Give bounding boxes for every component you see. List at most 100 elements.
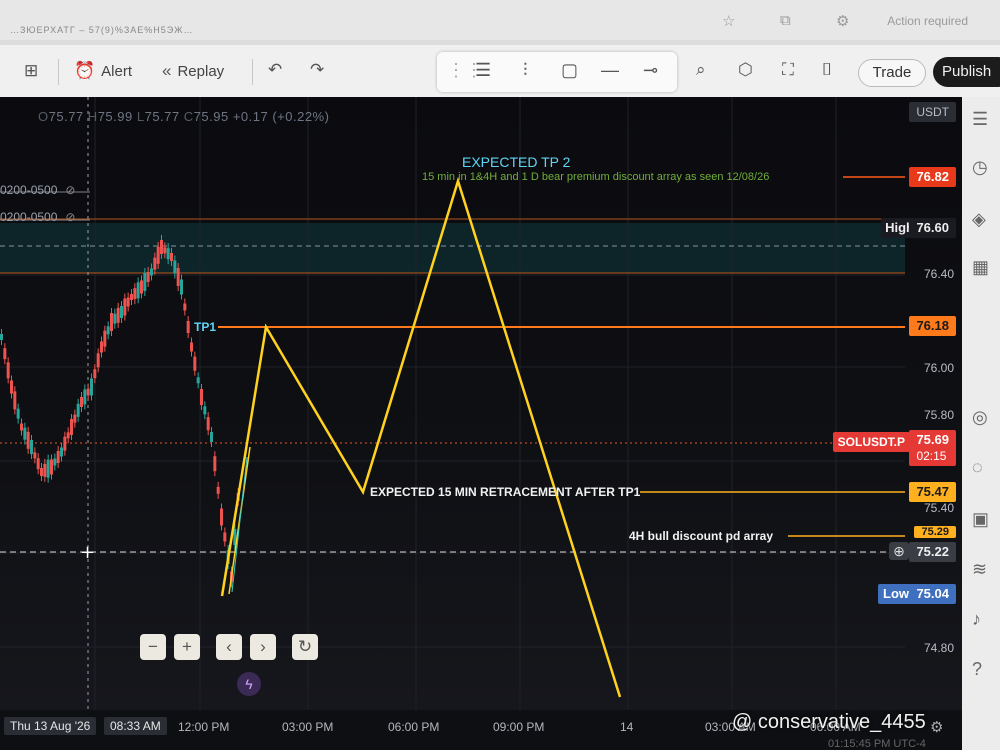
crosshair-plus-icon: + (80, 542, 95, 563)
camera-icon[interactable]: ⌷ (822, 60, 832, 80)
target-icon[interactable]: ◎ (972, 407, 988, 428)
candle-body (13, 391, 17, 410)
current-price-value: 75.69 (916, 432, 949, 447)
candle-body (223, 532, 227, 542)
candle-body (126, 297, 130, 307)
zoom-in-button[interactable]: + (174, 634, 200, 660)
hotlist-icon[interactable]: ▦ (972, 257, 989, 278)
candle-body (186, 321, 190, 333)
candle-body (20, 423, 23, 431)
candle-body (70, 419, 73, 435)
line-tool-icon[interactable]: — (601, 60, 619, 81)
candle-body (123, 298, 127, 316)
ohlc-open: 75.77 (48, 109, 84, 124)
zoom-out-button[interactable]: − (140, 634, 166, 660)
lightning-icon[interactable]: ϟ (237, 672, 261, 696)
price-tick: 75.40 (923, 501, 954, 515)
candle-body (43, 463, 47, 477)
clock-readout: 01:15:45 PM UTC-4 (828, 738, 926, 750)
candle-body (193, 356, 197, 371)
watchlist-icon[interactable]: ☰ (972, 109, 988, 130)
toolbar-divider (58, 59, 59, 85)
profile-icon[interactable]: ⚙ (836, 12, 849, 30)
candle-body (30, 440, 33, 454)
chart-pane[interactable]: + O75.77 H75.99 L75.77 C75.95 +0.17 (+0.… (0, 97, 962, 710)
candle-body (93, 369, 97, 379)
fullscreen-icon[interactable]: ⛶ (782, 60, 794, 80)
ohlc-close: 75.95 (193, 109, 229, 124)
alerts-clock-icon[interactable]: ◷ (972, 157, 988, 178)
crosshair-price-tag: 75.22 (909, 542, 956, 562)
time-label-date: Thu 13 Aug '26 (4, 717, 97, 735)
layout-grid-icon[interactable]: ⊞ (24, 61, 38, 81)
session-label-1[interactable]: 0200-0500 ⊘ (0, 183, 75, 197)
price-tick: 74.80 (923, 641, 954, 655)
candle-body (156, 246, 160, 264)
ohlc-low-label: L (136, 109, 145, 124)
right-sidebar: ☰ ◷ ◈ ▦ ◎ ◌ ▣ ≋ ♪ ? (962, 97, 1000, 750)
redo-icon[interactable]: ↷ (310, 60, 324, 80)
add-alert-plus-icon[interactable]: ⊕ (889, 542, 909, 560)
reset-chart-button[interactable]: ↻ (292, 634, 318, 660)
scroll-right-button[interactable]: › (250, 634, 276, 660)
candle-body (206, 417, 210, 431)
chart-nav-controls: − + ‹ › ↻ (140, 634, 318, 660)
high-price-tag: 76.60 (909, 218, 956, 238)
tp2-note-label[interactable]: 15 min in 1&4H and 1 D bear premium disc… (422, 171, 769, 183)
alert-button[interactable]: ⏰ Alert (74, 61, 132, 81)
candle-body (203, 406, 207, 415)
candle-countdown: 02:15 (916, 449, 947, 463)
notifications-icon[interactable]: ♪ (972, 609, 981, 630)
replay-button[interactable]: « Replay (162, 61, 224, 81)
candle-body (100, 341, 103, 353)
help-icon[interactable]: ? (972, 659, 982, 680)
candle-body (116, 307, 120, 323)
publish-button[interactable]: Publish (933, 57, 1000, 87)
time-label: 14 (620, 720, 634, 734)
ray-tool-icon[interactable]: ⊸ (643, 60, 658, 81)
scroll-left-button[interactable]: ‹ (216, 634, 242, 660)
expected-tp2-label[interactable]: EXPECTED TP 2 (462, 154, 570, 170)
candle-body (10, 380, 13, 394)
tp1-price-tag: 76.18 (909, 316, 956, 336)
star-icon[interactable]: ☆ (722, 12, 735, 30)
candle-body (216, 486, 220, 494)
broadcast-icon[interactable]: ≋ (972, 559, 987, 580)
action-required-status[interactable]: Action required (887, 14, 968, 28)
tp1-label[interactable]: TP1 (194, 320, 216, 334)
candle-body (183, 303, 187, 311)
candle-body (110, 313, 113, 331)
candle-body (160, 240, 163, 254)
candle-body (86, 388, 90, 396)
line-style-icon[interactable]: ☰ (475, 60, 491, 81)
candle-body (136, 282, 140, 299)
magic-search-icon[interactable]: ⌕ (696, 60, 706, 80)
trade-button[interactable]: Trade (858, 59, 926, 87)
candle-body (66, 432, 70, 439)
browser-tab-text: …ЗЮЕРХАТГ – 57(9)%ЗАЕ%Н5ЭЖ… (10, 25, 194, 35)
ohlc-high-label: H (87, 109, 98, 124)
rewind-icon: « (162, 61, 172, 80)
candle-body (53, 458, 57, 466)
vertical-line-icon[interactable]: ⫶ (523, 60, 528, 81)
rectangle-select-icon[interactable]: ▢ (561, 60, 578, 81)
bull-array-label[interactable]: 4H bull discount pd array (629, 529, 773, 543)
candle-body (6, 362, 10, 379)
undo-icon[interactable]: ↶ (268, 60, 282, 80)
candle-body (150, 268, 153, 276)
eye-off-icon[interactable]: ⊘ (65, 183, 75, 197)
extension-icon[interactable]: ⧉ (780, 12, 791, 29)
tp2-price-tag: 76.82 (909, 167, 956, 187)
settings-gear-icon[interactable]: ⚙ (930, 718, 943, 736)
settings-hex-icon[interactable]: ⬡ (738, 60, 753, 80)
currency-selector[interactable]: USDT (909, 102, 956, 122)
chat-icon[interactable]: ◌ (972, 457, 983, 478)
browser-strip: …ЗЮЕРХАТГ – 57(9)%ЗАЕ%Н5ЭЖ… ☆ ⧉ ⚙ Action… (0, 0, 1000, 40)
calendar-icon[interactable]: ▣ (972, 509, 989, 530)
retracement-label[interactable]: EXPECTED 15 MIN RETRACEMENT AFTER TP1 (370, 485, 640, 499)
eye-off-icon[interactable]: ⊘ (65, 210, 75, 224)
ohlc-legend: O75.77 H75.99 L75.77 C75.95 +0.17 (+0.22… (38, 109, 329, 124)
session-label-2[interactable]: 0200-0500 ⊘ (0, 210, 75, 224)
layers-icon[interactable]: ◈ (972, 209, 986, 230)
symbol-tag[interactable]: SOLUSDT.P (832, 432, 910, 452)
